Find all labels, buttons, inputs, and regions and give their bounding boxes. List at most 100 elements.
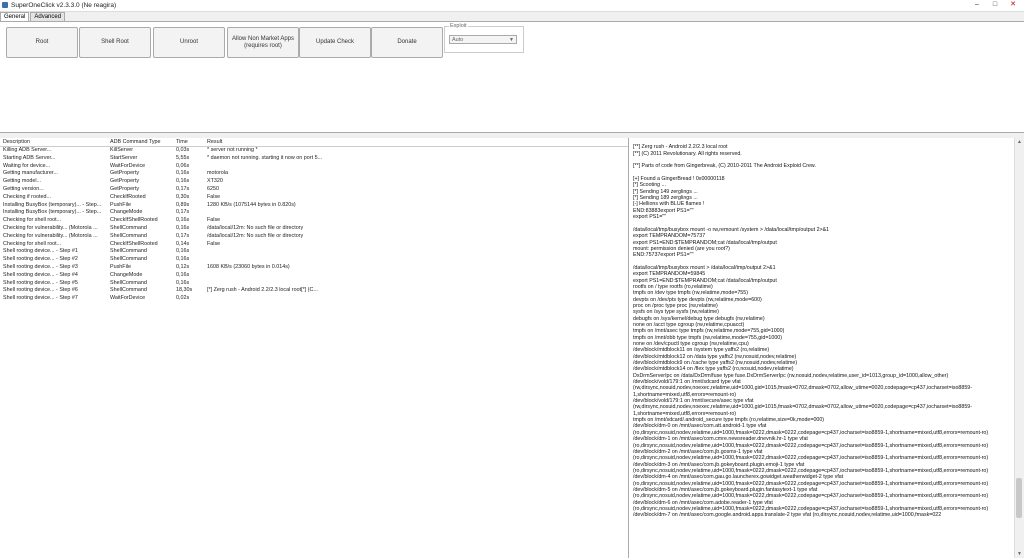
cell-result [204, 256, 628, 264]
shell-root-button[interactable]: Shell Root [79, 27, 151, 58]
cell-command-type: CheckIfShellRooted [110, 240, 158, 247]
column-header-command-type[interactable]: ADB Command Type [107, 138, 173, 146]
cell-description: Waiting for device... [3, 162, 51, 169]
table-row[interactable]: Shell rooting device... - Step #6 ShellCo… [0, 287, 628, 295]
exploit-label: Exploit [449, 23, 468, 29]
table-body: Killing ADB Server... KillServer 0,03s * se… [0, 147, 628, 303]
cell-time: 0,16s [176, 178, 190, 185]
column-header-description[interactable]: Description [0, 138, 107, 146]
cell-command-type: StartServer [110, 154, 138, 161]
table-row[interactable]: Checking if rooted... CheckIfRooted 0,30s F… [0, 194, 628, 202]
console-line: (ro,dirsync,nosuid,nodev,relatime,uid=10… [633, 455, 989, 462]
cell-description: Getting version... [3, 185, 44, 192]
console-scrollbar[interactable]: ▲ ▼ [1014, 138, 1024, 558]
table-row[interactable]: Shell rooting device... - Step #2 ShellCo… [0, 256, 628, 264]
cell-command-type: CheckIfRooted [110, 193, 146, 200]
close-button[interactable]: ✕ [1004, 0, 1022, 10]
cell-time: 0,16s [176, 271, 190, 278]
cell-result: /data/local/12m: No such file or directo… [207, 224, 304, 231]
cell-command-type: WaitForDevice [110, 295, 146, 302]
cell-command-type: PushFile [110, 263, 131, 270]
cell-result: XT320 [207, 178, 223, 185]
window-controls: – □ ✕ [968, 0, 1022, 11]
cell-command-type: PushFile [110, 201, 131, 208]
console-line: (rw,dirsync,nosuid,nodev,noexec,relatime… [633, 404, 972, 411]
table-row[interactable]: Shell rooting device... - Step #3 PushFil… [0, 264, 628, 272]
table-row[interactable]: Getting version... GetProperty 0,17s 6250 [0, 186, 628, 194]
cell-time: 0,16s [176, 170, 190, 177]
cell-result: 6250 [207, 185, 219, 192]
cell-command-type: KillServer [110, 147, 134, 153]
cell-description: Checking for shell root... [3, 240, 62, 247]
cell-time: 18,30s [176, 287, 193, 294]
cell-command-type: ShellCommand [110, 256, 147, 263]
cell-description: Installing BusyBox (temporary)... - Step… [3, 201, 102, 208]
cell-description: Checking for vulnerability... (Motorola … [3, 224, 98, 231]
cell-result [204, 280, 628, 288]
table-row[interactable]: Shell rooting device... - Step #7 WaitFor… [0, 295, 628, 303]
tab-strip: General Advanced [0, 12, 66, 21]
table-row[interactable]: Checking for vulnerability... (Motorola … [0, 225, 628, 233]
table-row[interactable]: Checking for vulnerability... (Motorola … [0, 233, 628, 241]
unroot-button[interactable]: Unroot [153, 27, 225, 58]
scroll-down-icon[interactable]: ▼ [1015, 550, 1024, 558]
cell-command-type: ShellCommand [110, 248, 147, 255]
root-button[interactable]: Root [6, 27, 78, 58]
cell-result: 1280 KB/s (1075144 bytes in 0.820s) [207, 201, 296, 208]
console-line: (ro,dirsync,nosuid,nodev,relatime,uid=10… [633, 442, 989, 449]
table-row[interactable]: Waiting for device... WaitForDevice 0,06s [0, 163, 628, 171]
allow-non-market-apps-button[interactable]: Allow Non Market Apps (requires root) [227, 27, 299, 58]
cell-result: [*] Zerg rush - Android 2.2/2.3 local ro… [207, 287, 318, 294]
cell-result: * server not running * [207, 147, 258, 153]
window-title: SuperOneClick v2.3.3.0 (Ne reagira) [11, 2, 117, 9]
cell-description: Checking if rooted... [3, 193, 51, 200]
maximize-button[interactable]: □ [986, 0, 1004, 10]
table-row[interactable]: Checking for shell root... CheckIfShellRo… [0, 217, 628, 225]
scrollbar-thumb[interactable] [1016, 478, 1022, 518]
donate-button[interactable]: Donate [371, 27, 443, 58]
cell-time: 0,30s [176, 193, 190, 200]
cell-result: motorola [207, 170, 228, 177]
column-header-result[interactable]: Result [204, 138, 628, 146]
console-line: (ro,dirsync,nosuid,nodev,relatime,uid=10… [633, 480, 989, 487]
cell-result [204, 248, 628, 256]
cell-result: False [207, 240, 221, 247]
table-row[interactable]: Shell rooting device... - Step #1 ShellCo… [0, 248, 628, 256]
command-log-table[interactable]: Description ADB Command Type Time Result… [0, 138, 629, 558]
cell-description: Killing ADB Server... [3, 147, 52, 153]
cell-command-type: GetProperty [110, 185, 140, 192]
cell-time: 0,06s [176, 162, 190, 169]
table-row[interactable]: Shell rooting device... - Step #4 ChangeM… [0, 272, 628, 280]
cell-description: Getting manufacturer... [3, 170, 58, 177]
table-row[interactable]: Starting ADB Server... StartServer 5,55s * … [0, 155, 628, 163]
cell-description: Shell rooting device... - Step #1 [3, 248, 78, 255]
tab-advanced[interactable]: Advanced [30, 12, 66, 21]
scroll-up-icon[interactable]: ▲ [1015, 138, 1024, 146]
table-row[interactable]: Getting model... GetProperty 0,16s XT320 [0, 178, 628, 186]
cell-time: 0,17s [176, 232, 190, 239]
table-row[interactable]: Shell rooting device... - Step #5 ShellCo… [0, 280, 628, 288]
table-row[interactable]: Getting manufacturer... GetProperty 0,16s m… [0, 170, 628, 178]
cell-time: 5,55s [176, 154, 190, 161]
table-row[interactable]: Killing ADB Server... KillServer 0,03s * se… [0, 147, 628, 155]
cell-command-type: ChangeMode [110, 271, 143, 278]
output-console[interactable]: [**] Zerg rush - Android 2.2/2.3 local r… [629, 138, 1015, 558]
cell-command-type: GetProperty [110, 178, 140, 185]
table-row[interactable]: Checking for shell root... CheckIfShellRo… [0, 241, 628, 249]
cell-result: False [207, 217, 221, 224]
cell-description: Shell rooting device... - Step #7 [3, 295, 78, 302]
update-check-button[interactable]: Update Check [299, 27, 371, 58]
table-row[interactable]: Installing BusyBox (temporary)... - Step… [0, 209, 628, 217]
tab-general[interactable]: General [0, 12, 30, 21]
cell-time: 0,16s [176, 279, 190, 286]
minimize-button[interactable]: – [968, 0, 986, 10]
cell-description: Starting ADB Server... [3, 154, 56, 161]
table-row[interactable]: Installing BusyBox (temporary)... - Step… [0, 202, 628, 210]
cell-description: Checking for vulnerability... (Motorola … [3, 232, 98, 239]
title-bar: SuperOneClick v2.3.3.0 (Ne reagira) – □ … [0, 0, 1024, 12]
action-panel: Root Shell Root Unroot Allow Non Market … [0, 21, 1024, 133]
cell-time: 0,03s [176, 147, 190, 153]
exploit-select[interactable]: Auto ▼ [449, 35, 517, 44]
column-header-time[interactable]: Time [173, 138, 204, 146]
cell-result [204, 163, 628, 171]
